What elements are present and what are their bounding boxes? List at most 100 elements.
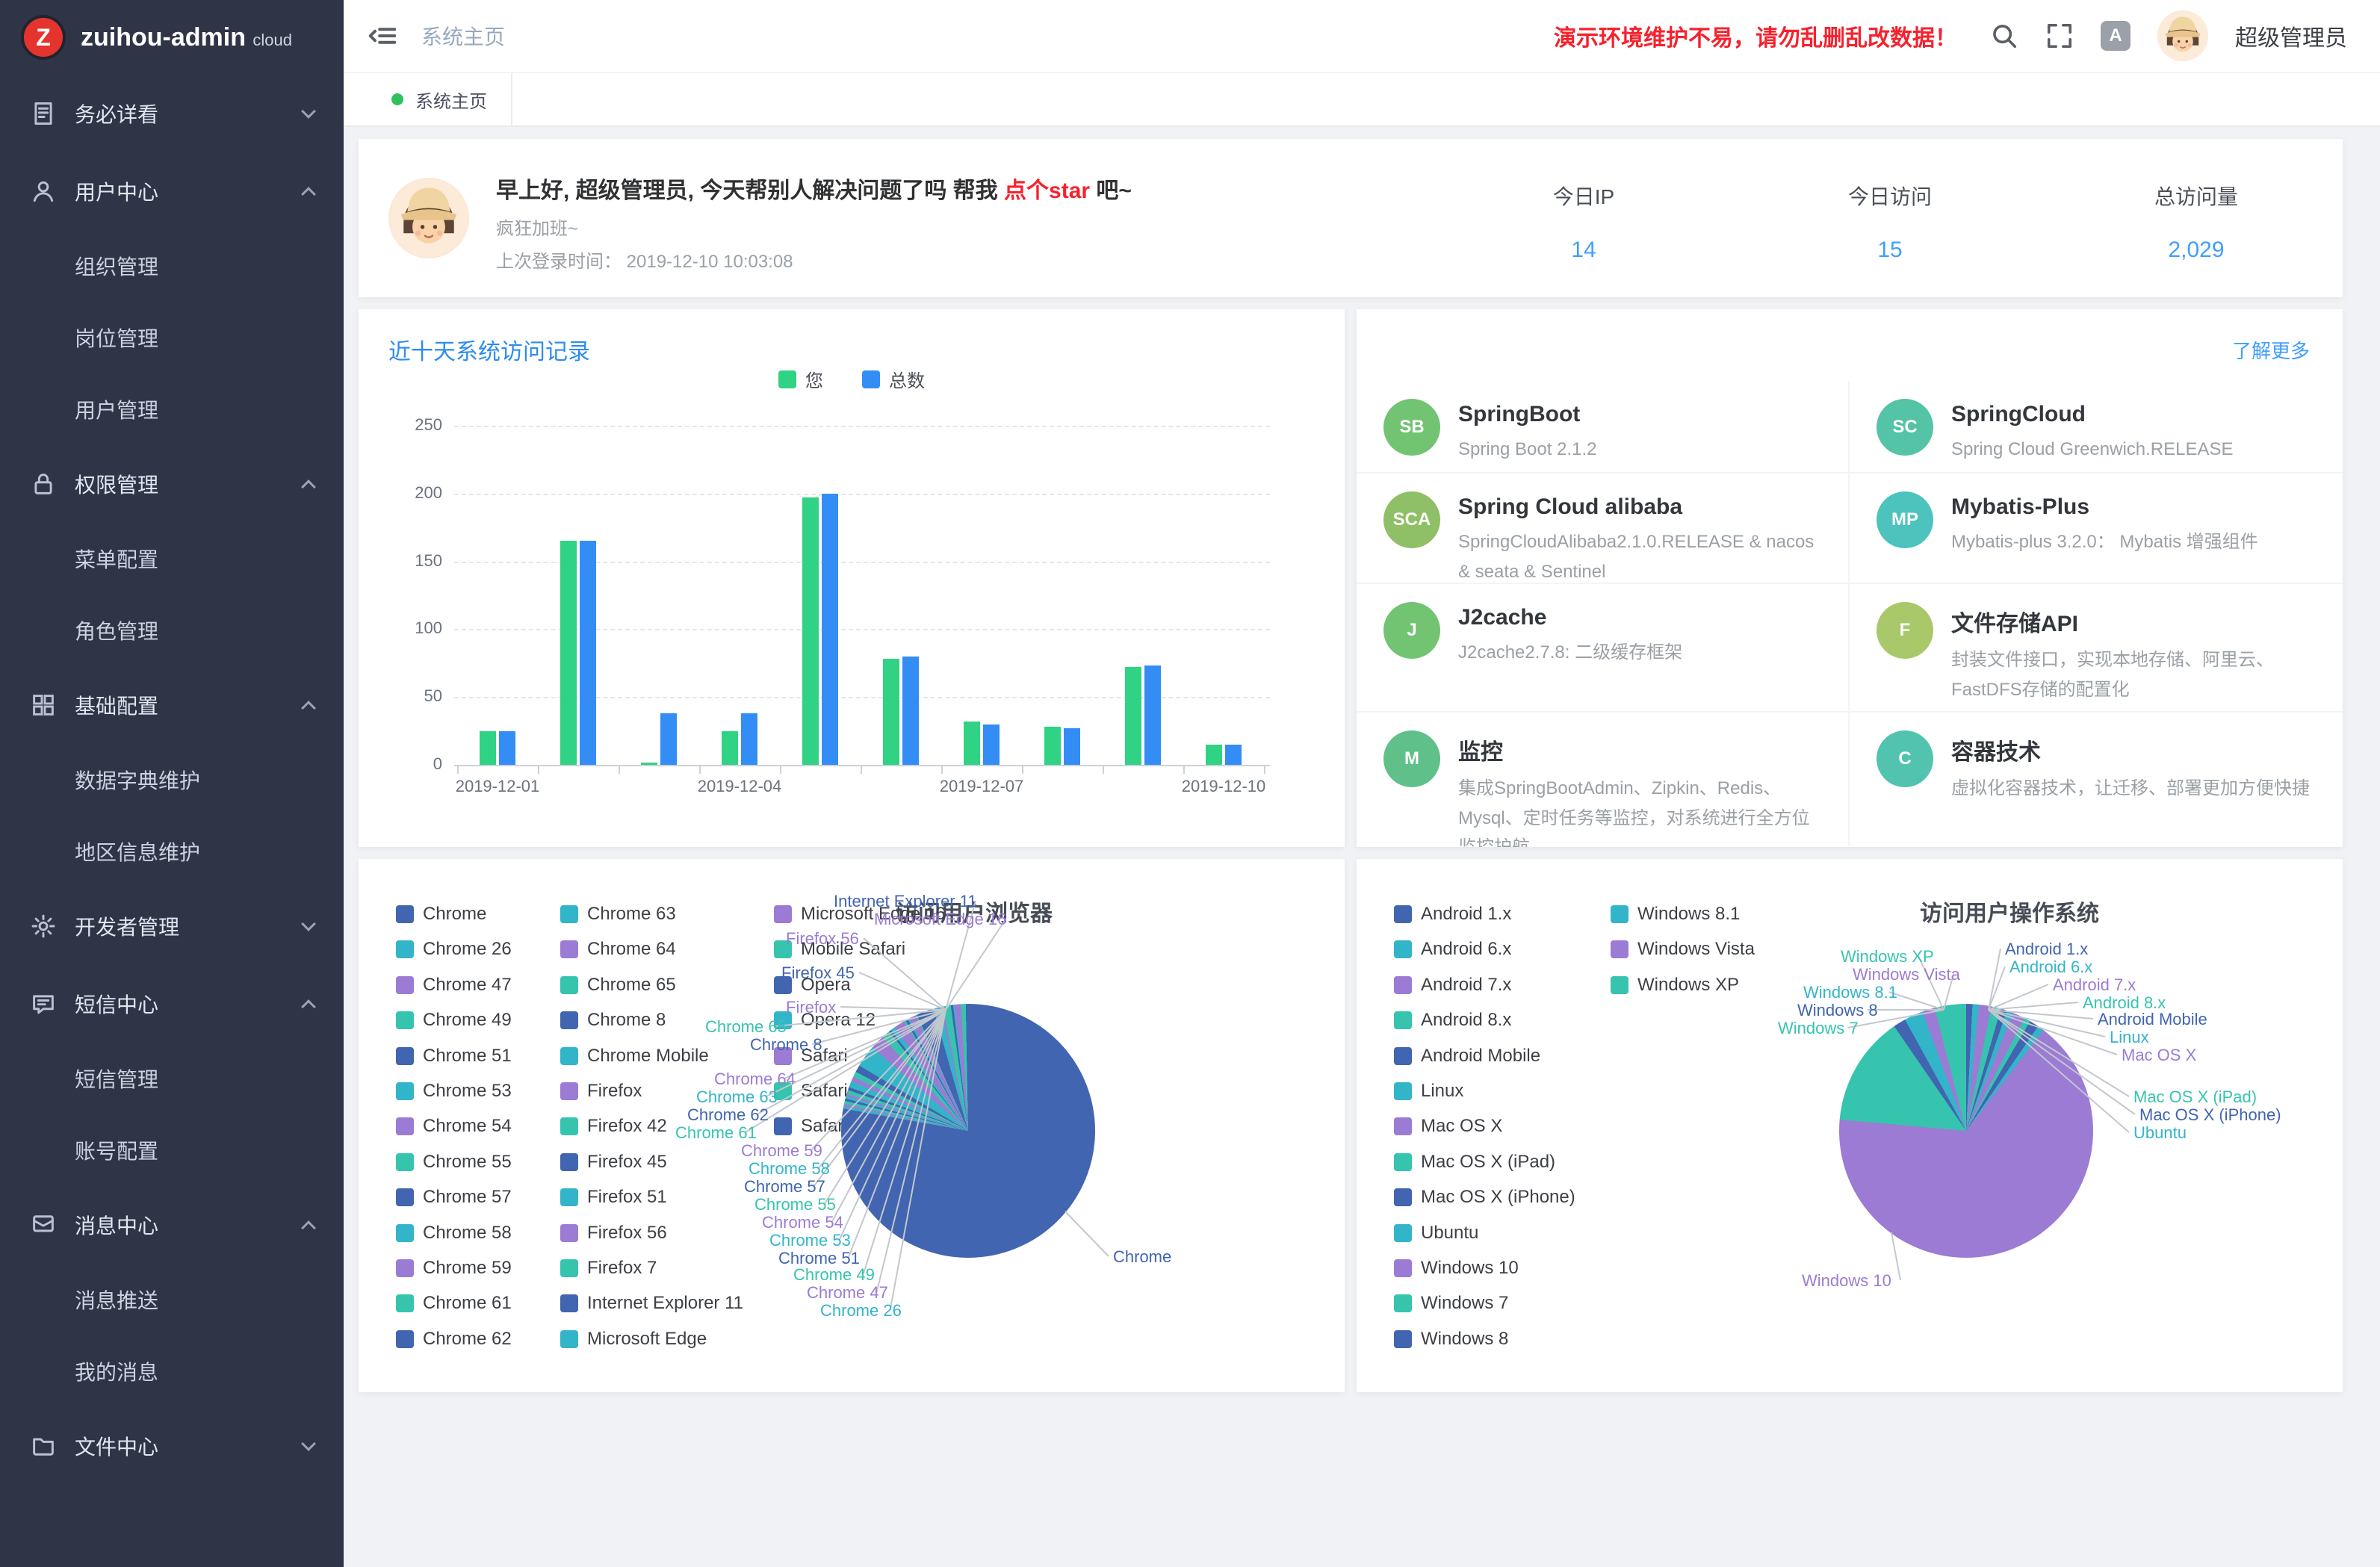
tab-system-home[interactable]: 系统主页 [368, 73, 512, 125]
legend-item-windows-vista[interactable]: Windows Vista [1611, 939, 1755, 960]
breadcrumb[interactable]: 系统主页 [421, 21, 505, 51]
pie-label-android-1-x: Android 1.x [2005, 940, 2088, 959]
tech-item-springboot[interactable]: SBSpringBootSpring Boot 2.1.2 [1357, 381, 1850, 474]
legend-item-firefox-42[interactable]: Firefox 42 [560, 1116, 667, 1137]
user-avatar[interactable] [2157, 10, 2208, 61]
font-size-button[interactable]: A [2101, 21, 2130, 51]
legend-item-chrome-63[interactable]: Chrome 63 [560, 904, 676, 925]
sidebar-item-地区信息维护[interactable]: 地区信息维护 [0, 816, 344, 887]
tech-item-mybatis-plus[interactable]: MPMybatis-PlusMybatis-plus 3.2.0： Mybati… [1850, 474, 2343, 584]
legend-item-mac-os-x[interactable]: Mac OS X [1394, 1116, 1502, 1137]
sidebar-group-基础配置[interactable]: 基础配置 [0, 666, 344, 744]
charts-row-1: 近十天系统访问记录 您总数 0501001502002502019-12-012… [359, 309, 2343, 847]
legend-item-microsoft-edge[interactable]: Microsoft Edge [560, 1329, 707, 1350]
legend-swatch [1394, 1047, 1412, 1065]
legend-item-mac-os-x-iphone[interactable]: Mac OS X (iPhone) [1394, 1187, 1575, 1208]
sidebar-group-短信中心[interactable]: 短信中心 [0, 965, 344, 1043]
legend-item-chrome-mobile[interactable]: Chrome Mobile [560, 1046, 709, 1067]
pie-label-chrome-63: Chrome 63 [696, 1087, 778, 1107]
legend-item-android-mobile[interactable]: Android Mobile [1394, 1046, 1540, 1067]
visits-chart-panel: 近十天系统访问记录 您总数 0501001502002502019-12-012… [359, 309, 1345, 847]
legend-item-android-8-x[interactable]: Android 8.x [1394, 1010, 1511, 1031]
legend-item-chrome-55[interactable]: Chrome 55 [396, 1152, 512, 1173]
sidebar-item-账号配置[interactable]: 账号配置 [0, 1114, 344, 1186]
legend-item-linux[interactable]: Linux [1394, 1081, 1463, 1102]
tech-item-springcloud[interactable]: SCSpringCloudSpring Cloud Greenwich.RELE… [1850, 381, 2343, 474]
legend-item-chrome-47[interactable]: Chrome 47 [396, 975, 512, 996]
legend-item-chrome-59[interactable]: Chrome 59 [396, 1258, 512, 1279]
legend-item-chrome-64[interactable]: Chrome 64 [560, 939, 676, 960]
tech-grid: SBSpringBootSpring Boot 2.1.2SCSpringClo… [1357, 381, 2343, 847]
sidebar-item-组织管理[interactable]: 组织管理 [0, 230, 344, 302]
sidebar-group-务必详看[interactable]: 务必详看 [0, 75, 344, 152]
pie-label-android-6-x: Android 6.x [2009, 958, 2092, 977]
legend-item-windows-xp[interactable]: Windows XP [1611, 975, 1739, 996]
x-axis-tick [457, 766, 459, 774]
legend-item-firefox-56[interactable]: Firefox 56 [560, 1223, 667, 1244]
legend-item-firefox-51[interactable]: Firefox 51 [560, 1187, 667, 1208]
sidebar-item-数据字典维护[interactable]: 数据字典维护 [0, 744, 344, 816]
fullscreen-icon[interactable] [2045, 22, 2074, 50]
sidebar-group-开发者管理[interactable]: 开发者管理 [0, 887, 344, 965]
tech-item-监控[interactable]: M监控集成SpringBootAdmin、Zipkin、Redis、Mysql、… [1357, 713, 1850, 847]
legend-item-chrome-26[interactable]: Chrome 26 [396, 939, 512, 960]
legend-item-internet-explorer-11[interactable]: Internet Explorer 11 [560, 1293, 743, 1314]
sidebar-item-菜单配置[interactable]: 菜单配置 [0, 523, 344, 595]
bar-chart: 0501001502002502019-12-012019-12-042019-… [359, 309, 1345, 847]
sidebar-item-我的消息[interactable]: 我的消息 [0, 1335, 344, 1407]
sidebar-item-角色管理[interactable]: 角色管理 [0, 595, 344, 666]
tech-item-文件存储api[interactable]: F文件存储API封装文件接口，实现本地存储、阿里云、FastDFS存储的配置化 [1850, 584, 2343, 713]
learn-more-link[interactable]: 了解更多 [2232, 336, 2310, 364]
legend-item-windows-8[interactable]: Windows 8 [1394, 1329, 1508, 1350]
legend-item-firefox[interactable]: Firefox [560, 1081, 642, 1102]
greeting-avatar [388, 178, 469, 258]
legend-item-windows-10[interactable]: Windows 10 [1394, 1258, 1519, 1279]
legend-item-windows-8-1[interactable]: Windows 8.1 [1611, 904, 1740, 925]
message-icon [30, 1211, 57, 1238]
tech-item-j2cache[interactable]: JJ2cacheJ2cache2.7.8: 二级缓存框架 [1357, 584, 1850, 713]
legend-item-android-6-x[interactable]: Android 6.x [1394, 939, 1511, 960]
legend-item-mac-os-x-ipad[interactable]: Mac OS X (iPad) [1394, 1152, 1555, 1173]
sidebar-item-岗位管理[interactable]: 岗位管理 [0, 302, 344, 373]
legend-item-chrome-65[interactable]: Chrome 65 [560, 975, 676, 996]
pie-label-chrome-55: Chrome 55 [754, 1195, 836, 1214]
sidebar-group-用户中心[interactable]: 用户中心 [0, 152, 344, 230]
last-login-value: 2019-12-10 10:03:08 [627, 252, 793, 272]
legend-item-android-1-x[interactable]: Android 1.x [1394, 904, 1511, 925]
sidebar-group-权限管理[interactable]: 权限管理 [0, 445, 344, 523]
legend-item-chrome-61[interactable]: Chrome 61 [396, 1293, 512, 1314]
search-icon[interactable] [1990, 22, 2018, 50]
tech-item-spring-cloud-alibaba[interactable]: SCASpring Cloud alibabaSpringCloudAlibab… [1357, 474, 1850, 584]
legend-item-chrome[interactable]: Chrome [396, 904, 486, 925]
legend-item-chrome-54[interactable]: Chrome 54 [396, 1116, 512, 1137]
legend-item-firefox-7[interactable]: Firefox 7 [560, 1258, 657, 1279]
legend-item-android-7-x[interactable]: Android 7.x [1394, 975, 1511, 996]
sidebar-item-消息推送[interactable]: 消息推送 [0, 1264, 344, 1335]
sidebar-item-用户管理[interactable]: 用户管理 [0, 373, 344, 445]
legend-item-chrome-8[interactable]: Chrome 8 [560, 1010, 666, 1031]
legend-item-chrome-51[interactable]: Chrome 51 [396, 1046, 512, 1067]
app-logo[interactable]: Z zuihou-admin cloud [0, 0, 344, 75]
tech-item-容器技术[interactable]: C容器技术虚拟化容器技术，让迁移、部署更加方便快捷 [1850, 713, 2343, 847]
legend-swatch [1611, 976, 1628, 994]
x-axis-tick [1022, 766, 1023, 774]
tech-body: Spring Cloud alibabaSpringCloudAlibaba2.… [1458, 491, 1821, 565]
legend-item-firefox-45[interactable]: Firefox 45 [560, 1152, 667, 1173]
sidebar-group-label: 用户中心 [75, 176, 303, 206]
legend-item-chrome-62[interactable]: Chrome 62 [396, 1329, 512, 1350]
sidebar-item-短信管理[interactable]: 短信管理 [0, 1043, 344, 1114]
legend-item-chrome-49[interactable]: Chrome 49 [396, 1010, 512, 1031]
legend-item-chrome-57[interactable]: Chrome 57 [396, 1187, 512, 1208]
legend-item-ubuntu[interactable]: Ubuntu [1394, 1223, 1478, 1244]
tech-title: Spring Cloud alibaba [1458, 494, 1821, 520]
legend-item-chrome-53[interactable]: Chrome 53 [396, 1081, 512, 1102]
sidebar-group-label: 消息中心 [75, 1210, 303, 1240]
x-axis-tick [861, 766, 862, 774]
stat-label: 今日IP [1472, 181, 1696, 211]
legend-item-windows-7[interactable]: Windows 7 [1394, 1293, 1508, 1314]
star-link[interactable]: 点个star [1004, 179, 1090, 203]
legend-item-chrome-58[interactable]: Chrome 58 [396, 1223, 512, 1244]
collapse-menu-icon[interactable] [368, 21, 397, 51]
sidebar-group-文件中心[interactable]: 文件中心 [0, 1407, 344, 1485]
sidebar-group-消息中心[interactable]: 消息中心 [0, 1186, 344, 1264]
